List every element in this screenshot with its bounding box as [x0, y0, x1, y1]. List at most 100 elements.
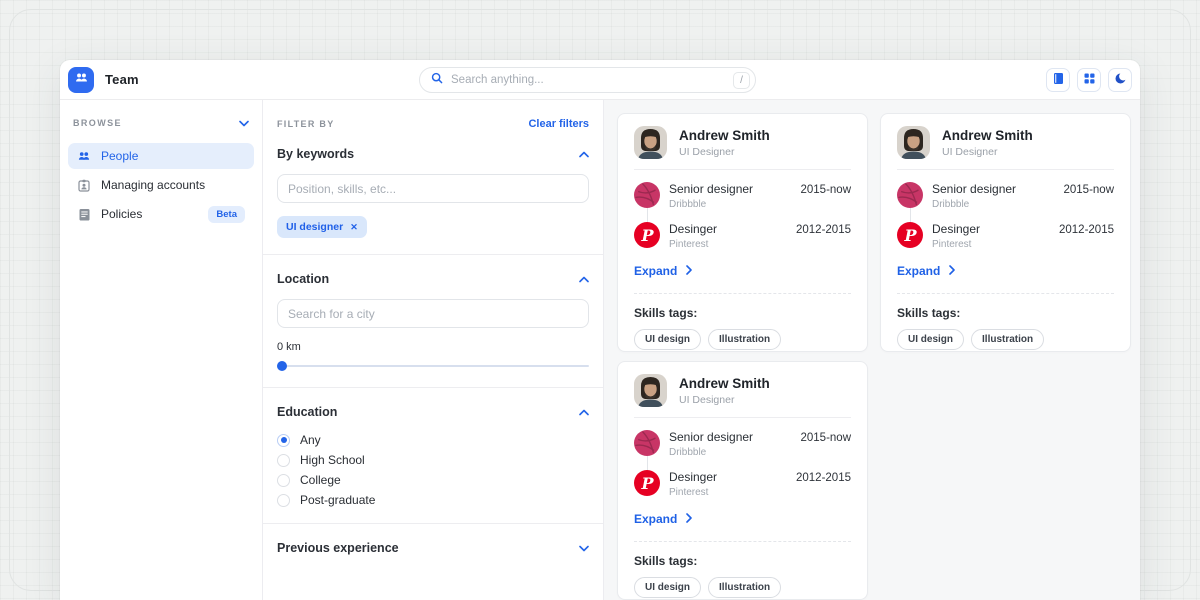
pinterest-icon: P [897, 222, 923, 248]
sidebar-item-policies[interactable]: Policies Beta [68, 201, 254, 227]
expand-link[interactable]: Expand [897, 264, 955, 278]
sidebar-item-label: People [101, 149, 138, 163]
company-name: Pinterest [669, 487, 717, 498]
expand-label: Expand [897, 264, 940, 278]
position-title: Senior designer [669, 182, 753, 196]
divider [897, 169, 1114, 170]
sidebar-item-managing-accounts[interactable]: Managing accounts [68, 172, 254, 198]
slider-thumb[interactable] [277, 361, 287, 371]
results-grid: Andrew Smith UI Designer Senior designer [604, 100, 1140, 600]
filter-panel: Filter by Clear filters By keywords UI d… [263, 100, 604, 600]
keyword-tag[interactable]: UI designer ✕ [277, 216, 367, 238]
person-card: Andrew Smith UI Designer Senior designer [617, 361, 868, 600]
period: 2015-now [800, 182, 851, 196]
clear-filters-link[interactable]: Clear filters [528, 118, 589, 130]
radio-option-college[interactable]: College [277, 473, 589, 487]
skill-tag[interactable]: Illustration [971, 329, 1044, 350]
chevron-down-icon [579, 539, 589, 557]
chevron-right-icon [949, 264, 955, 278]
experience-section-header[interactable]: Previous experience [277, 539, 589, 557]
beta-badge: Beta [208, 206, 245, 223]
timeline-entry: Senior designer Dribbble 2015-now [634, 182, 851, 210]
pinterest-icon: P [634, 470, 660, 496]
chevron-right-icon [686, 512, 692, 526]
sidebar-item-people[interactable]: People [68, 143, 254, 169]
timeline-entry: P Desinger Pinterest 2012-2015 [634, 470, 851, 498]
company-name: Dribbble [932, 199, 1016, 210]
city-search-input[interactable] [277, 299, 589, 328]
period: 2015-now [1063, 182, 1114, 196]
company-name: Pinterest [669, 239, 717, 250]
browse-label: Browse [73, 118, 122, 128]
distance-slider[interactable] [277, 361, 589, 371]
app-header: Team / [60, 60, 1140, 100]
experience-label: Previous experience [277, 541, 399, 555]
person-name: Andrew Smith [942, 128, 1033, 143]
skill-tag[interactable]: UI design [634, 329, 701, 350]
period: 2012-2015 [796, 222, 851, 236]
keywords-input[interactable] [277, 174, 589, 203]
svg-text:P: P [640, 226, 654, 245]
skill-tag[interactable]: UI design [634, 577, 701, 598]
company-name: Dribbble [669, 447, 753, 458]
keywords-section-header[interactable]: By keywords [277, 145, 589, 163]
company-name: Pinterest [932, 239, 980, 250]
dribbble-icon [634, 182, 660, 208]
person-name: Andrew Smith [679, 376, 770, 391]
app-logo [68, 67, 94, 93]
expand-link[interactable]: Expand [634, 512, 692, 526]
radio-button[interactable] [277, 494, 290, 507]
chevron-up-icon [579, 403, 589, 421]
book-button[interactable] [1046, 68, 1070, 92]
position-title: Desinger [669, 470, 717, 484]
clipboard-icon [77, 208, 91, 221]
sidebar-item-label: Policies [101, 207, 142, 221]
filter-by-label: Filter by [277, 119, 335, 129]
svg-text:P: P [903, 226, 917, 245]
slider-track [277, 365, 589, 367]
sidebar: Browse People Managing accounts [60, 100, 263, 600]
timeline-entry: P Desinger Pinterest 2012-2015 [897, 222, 1114, 250]
grid-button[interactable] [1077, 68, 1101, 92]
divider [634, 169, 851, 170]
expand-link[interactable]: Expand [634, 264, 692, 278]
dribbble-icon [897, 182, 923, 208]
period: 2015-now [800, 430, 851, 444]
period: 2012-2015 [1059, 222, 1114, 236]
avatar [634, 126, 667, 159]
close-icon[interactable]: ✕ [350, 223, 358, 232]
person-role: UI Designer [679, 394, 770, 406]
education-section-header[interactable]: Education [277, 403, 589, 421]
dribbble-icon [634, 430, 660, 456]
skill-tag[interactable]: UI design [897, 329, 964, 350]
radio-option-high-school[interactable]: High School [277, 453, 589, 467]
svg-text:P: P [640, 474, 654, 493]
search-shortcut-key: / [733, 72, 750, 89]
global-search[interactable]: / [419, 67, 756, 93]
radio-button[interactable] [277, 454, 290, 467]
radio-button[interactable] [277, 434, 290, 447]
person-card: Andrew Smith UI Designer Senior designer [880, 113, 1131, 352]
skills-label: Skills tags: [897, 306, 1114, 320]
education-label: Education [277, 405, 337, 419]
timeline-entry: Senior designer Dribbble 2015-now [634, 430, 851, 458]
company-name: Dribbble [669, 199, 753, 210]
divider [634, 293, 851, 294]
location-label: Location [277, 272, 329, 286]
expand-label: Expand [634, 512, 677, 526]
dark-mode-button[interactable] [1108, 68, 1132, 92]
search-input[interactable] [451, 74, 725, 86]
skill-tag[interactable]: Illustration [708, 329, 781, 350]
chevron-down-icon [239, 114, 249, 132]
radio-option-any[interactable]: Any [277, 433, 589, 447]
location-section-header[interactable]: Location [277, 270, 589, 288]
person-card: Andrew Smith UI Designer Senior designer [617, 113, 868, 352]
radio-option-post-graduate[interactable]: Post-graduate [277, 493, 589, 507]
skill-tag[interactable]: Illustration [708, 577, 781, 598]
moon-icon [1114, 72, 1127, 88]
radio-button[interactable] [277, 474, 290, 487]
book-icon [1052, 72, 1064, 88]
avatar [634, 374, 667, 407]
browse-section-header[interactable]: Browse [68, 114, 254, 132]
header-actions [1046, 68, 1132, 92]
